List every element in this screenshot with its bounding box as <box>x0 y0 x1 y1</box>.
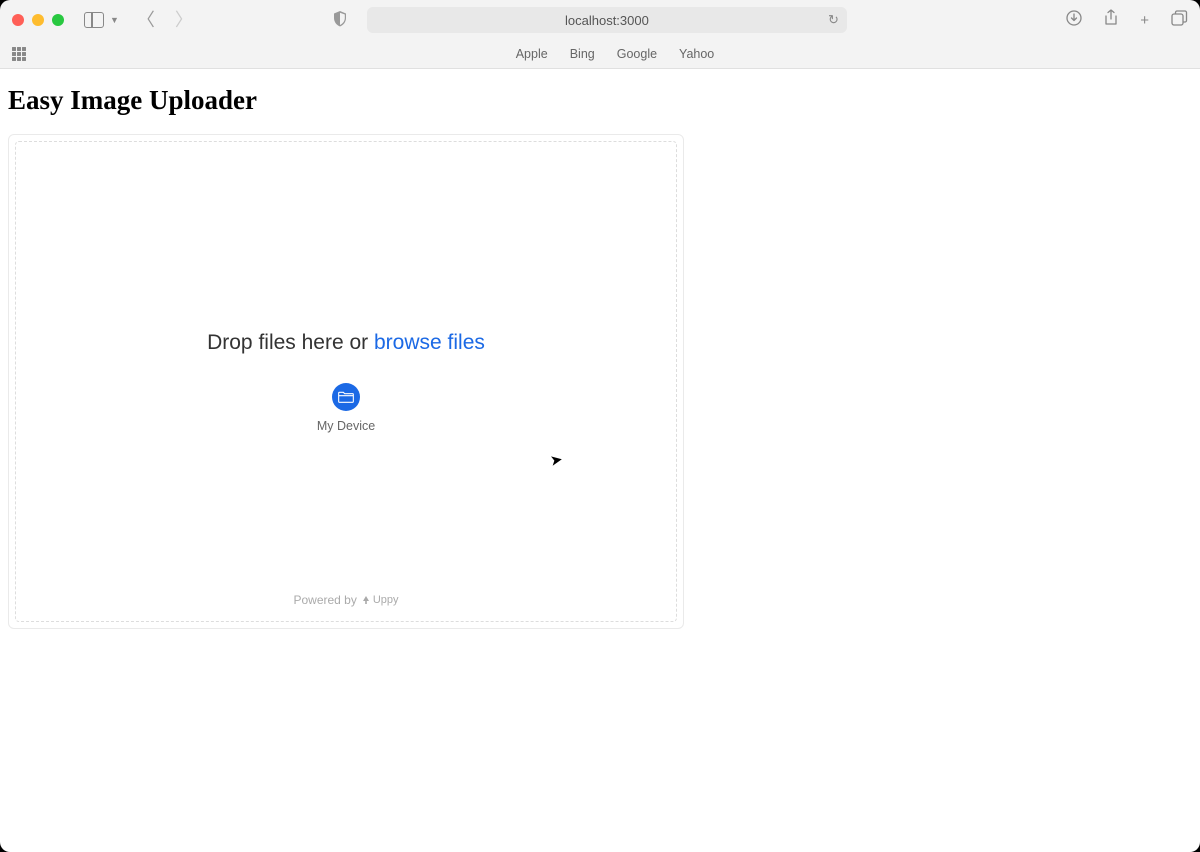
favorite-link-google[interactable]: Google <box>617 47 657 61</box>
favorite-link-apple[interactable]: Apple <box>516 47 548 61</box>
uppy-logo: Uppy <box>361 594 399 606</box>
apps-grid-icon[interactable] <box>12 47 26 61</box>
chevron-down-icon[interactable]: ▼ <box>110 15 119 25</box>
dropzone[interactable]: Drop files here or browse files My Devic… <box>15 141 677 622</box>
maximize-window-button[interactable] <box>52 14 64 26</box>
close-window-button[interactable] <box>12 14 24 26</box>
new-tab-icon[interactable]: + <box>1140 12 1149 29</box>
folder-icon <box>332 383 360 411</box>
reload-icon[interactable]: ↻ <box>828 12 839 28</box>
device-label: My Device <box>317 419 375 433</box>
forward-button[interactable]: 〉 <box>175 11 193 29</box>
favorite-link-yahoo[interactable]: Yahoo <box>679 47 714 61</box>
page-content: Easy Image Uploader Drop files here or b… <box>0 69 1200 645</box>
drop-instructions: Drop files here or browse files <box>207 331 485 355</box>
nav-arrows: 〈 〉 <box>137 11 193 29</box>
tabs-overview-icon[interactable] <box>1171 10 1188 31</box>
sidebar-toggle-icon[interactable] <box>84 12 104 28</box>
minimize-window-button[interactable] <box>32 14 44 26</box>
browser-toolbar: ▼ 〈 〉 localhost:3000 ↻ + <box>0 0 1200 40</box>
favorites-links: Apple Bing Google Yahoo <box>42 47 1188 61</box>
favorite-link-bing[interactable]: Bing <box>570 47 595 61</box>
url-text: localhost:3000 <box>565 13 649 28</box>
uploader-container: Drop files here or browse files My Devic… <box>8 134 684 629</box>
favorites-bar: Apple Bing Google Yahoo <box>0 40 1200 68</box>
page-title: Easy Image Uploader <box>8 85 1192 116</box>
share-icon[interactable] <box>1104 9 1118 31</box>
toolbar-right: + <box>1066 9 1188 31</box>
browser-chrome: ▼ 〈 〉 localhost:3000 ↻ + <box>0 0 1200 69</box>
my-device-button[interactable]: My Device <box>317 383 375 433</box>
privacy-icon[interactable] <box>333 11 347 30</box>
browse-files-link[interactable]: browse files <box>374 331 485 354</box>
powered-by-prefix: Powered by <box>293 593 356 607</box>
uppy-name: Uppy <box>373 594 399 606</box>
address-bar[interactable]: localhost:3000 ↻ <box>367 7 847 33</box>
back-button[interactable]: 〈 <box>137 11 155 29</box>
window-controls <box>12 14 64 26</box>
powered-by[interactable]: Powered by Uppy <box>293 593 398 607</box>
drop-text-prefix: Drop files here or <box>207 331 374 354</box>
downloads-icon[interactable] <box>1066 10 1082 30</box>
